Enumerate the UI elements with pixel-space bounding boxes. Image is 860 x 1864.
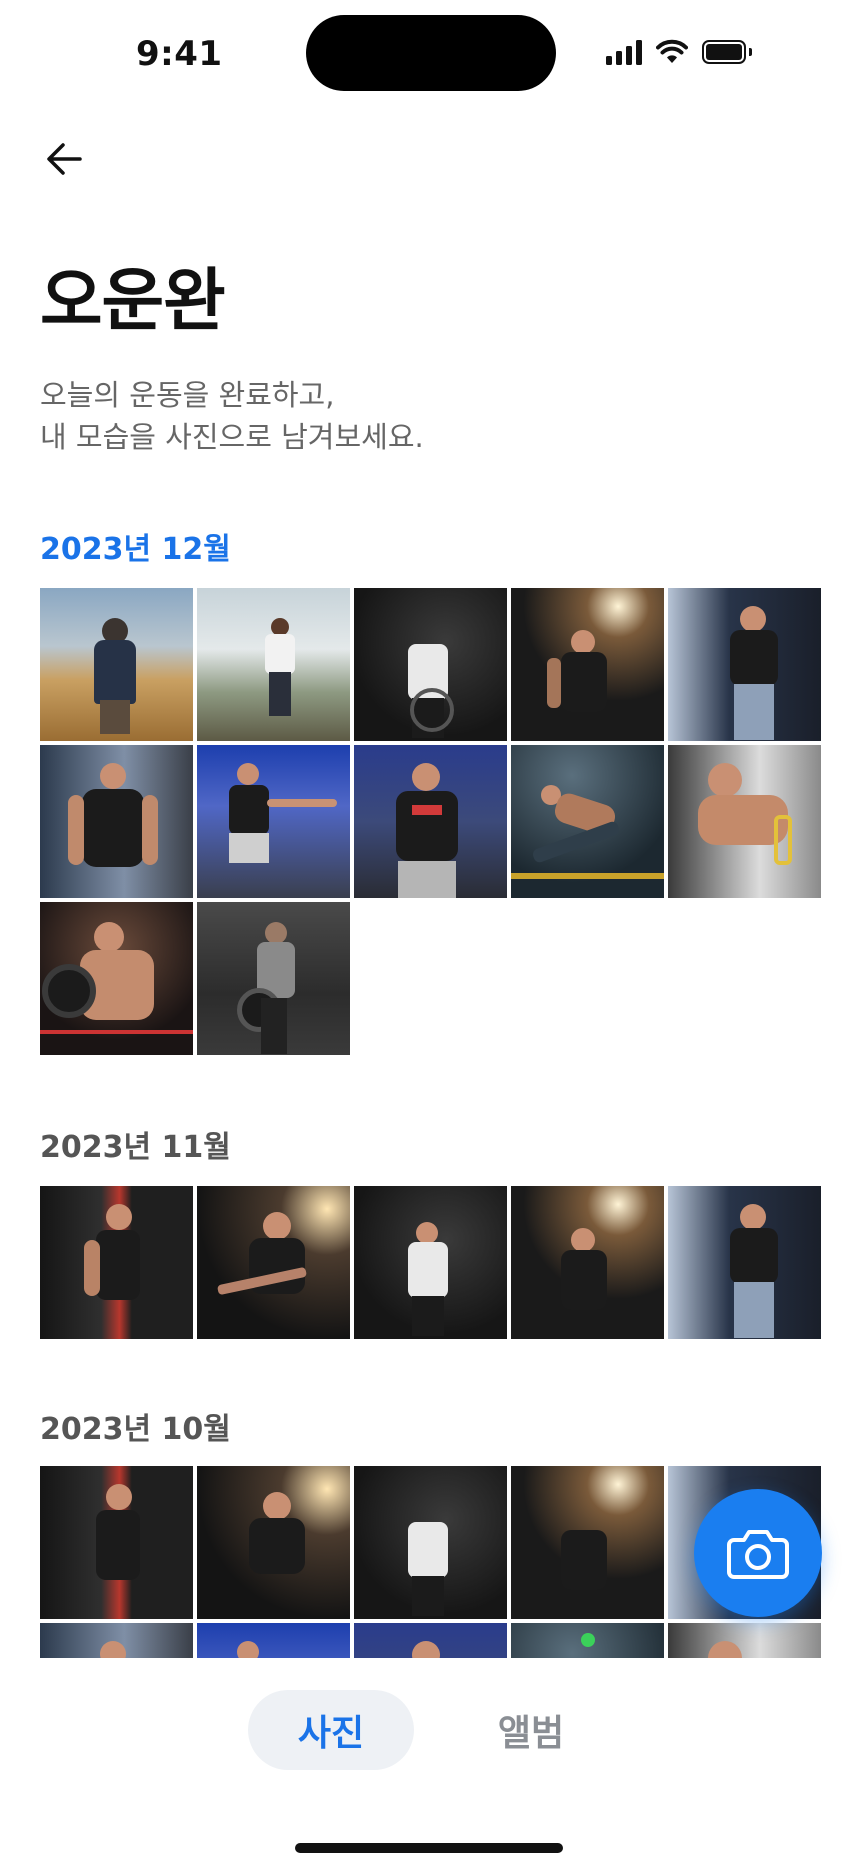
back-button[interactable] <box>40 134 90 184</box>
photo-thumbnail[interactable] <box>197 1623 350 1658</box>
photo-thumbnail[interactable] <box>354 588 507 741</box>
photo-thumbnail[interactable] <box>40 902 193 1055</box>
photo-thumbnail[interactable] <box>354 1186 507 1339</box>
section-header-2023-11: 2023년 11월 <box>40 1130 231 1165</box>
wifi-icon <box>656 39 688 63</box>
page-subtitle: 오늘의 운동을 완료하고, 내 모습을 사진으로 남겨보세요. <box>40 374 424 458</box>
photo-thumbnail[interactable] <box>668 1186 821 1339</box>
section-header-2023-12: 2023년 12월 <box>40 532 231 567</box>
photo-thumbnail[interactable] <box>668 1623 821 1658</box>
cellular-signal-icon <box>606 39 642 65</box>
photo-thumbnail[interactable] <box>40 588 193 741</box>
arrow-left-icon <box>47 143 82 175</box>
photo-thumbnail[interactable] <box>511 588 664 741</box>
camera-icon <box>727 1530 789 1579</box>
photo-grid-2023-11 <box>40 1186 821 1339</box>
camera-button[interactable] <box>694 1489 822 1617</box>
photo-thumbnail[interactable] <box>40 1466 193 1619</box>
photo-thumbnail[interactable] <box>197 588 350 741</box>
photo-grid-2023-12 <box>40 588 821 1055</box>
photo-thumbnail[interactable] <box>354 745 507 898</box>
page-title: 오운완 <box>40 262 226 341</box>
photo-thumbnail[interactable] <box>197 902 350 1055</box>
photo-thumbnail[interactable] <box>668 588 821 741</box>
photo-thumbnail[interactable] <box>511 1623 664 1658</box>
photo-thumbnail[interactable] <box>511 745 664 898</box>
status-time: 9:41 <box>136 34 223 74</box>
section-header-2023-10: 2023년 10월 <box>40 1412 231 1447</box>
photo-thumbnail[interactable] <box>354 1466 507 1619</box>
photo-thumbnail[interactable] <box>197 745 350 898</box>
subtitle-line-1: 오늘의 운동을 완료하고, <box>40 378 335 412</box>
photo-thumbnail[interactable] <box>197 1186 350 1339</box>
tab-albums[interactable]: 앨범 <box>476 1690 586 1770</box>
photo-thumbnail[interactable] <box>354 1623 507 1658</box>
home-indicator <box>295 1843 563 1853</box>
photo-thumbnail[interactable] <box>197 1466 350 1619</box>
photo-thumbnail[interactable] <box>40 1186 193 1339</box>
photo-thumbnail[interactable] <box>511 1186 664 1339</box>
status-icons <box>606 38 752 66</box>
photo-thumbnail[interactable] <box>511 1466 664 1619</box>
battery-icon <box>702 40 752 64</box>
subtitle-line-2: 내 모습을 사진으로 남겨보세요. <box>40 420 424 454</box>
dynamic-island <box>306 15 556 91</box>
photo-thumbnail[interactable] <box>40 745 193 898</box>
photo-thumbnail[interactable] <box>668 745 821 898</box>
tab-photos[interactable]: 사진 <box>248 1690 414 1770</box>
photo-thumbnail[interactable] <box>40 1623 193 1658</box>
